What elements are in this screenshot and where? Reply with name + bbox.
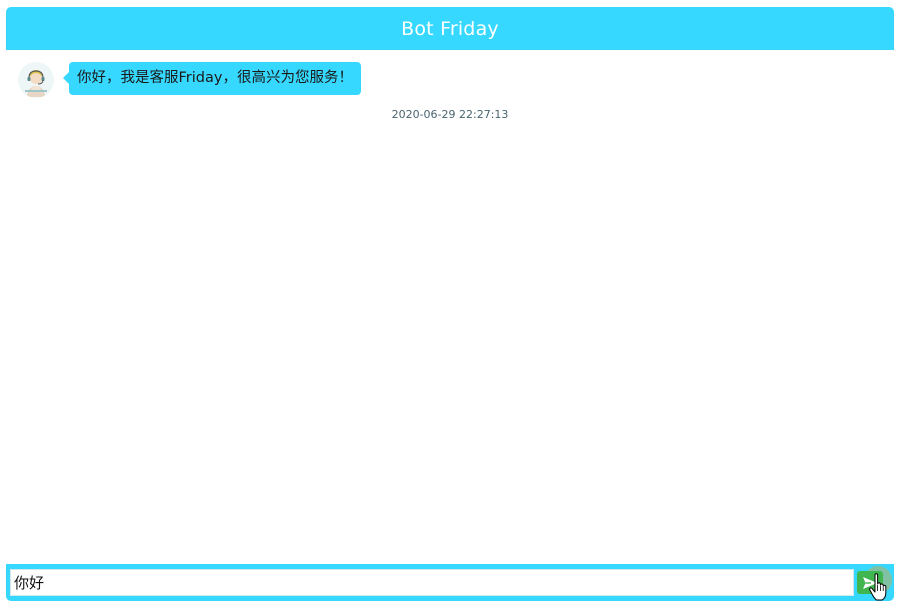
message-input[interactable] (10, 569, 854, 596)
composer-bar (6, 564, 894, 601)
chat-window: Bot Friday 你好，我是客服Friday，很高兴为您服务！ 2020-0… (0, 0, 902, 608)
chat-header: Bot Friday (6, 7, 894, 50)
message-list: 你好，我是客服Friday，很高兴为您服务！ 2020-06-29 22:27:… (6, 50, 894, 562)
chat-title: Bot Friday (401, 17, 499, 40)
customer-service-avatar (18, 62, 54, 98)
hand-pointer-icon (869, 573, 887, 601)
bot-message: 你好，我是客服Friday，很高兴为您服务！ (18, 62, 361, 98)
message-bubble: 你好，我是客服Friday，很高兴为您服务！ (63, 62, 361, 95)
message-timestamp: 2020-06-29 22:27:13 (391, 108, 509, 121)
